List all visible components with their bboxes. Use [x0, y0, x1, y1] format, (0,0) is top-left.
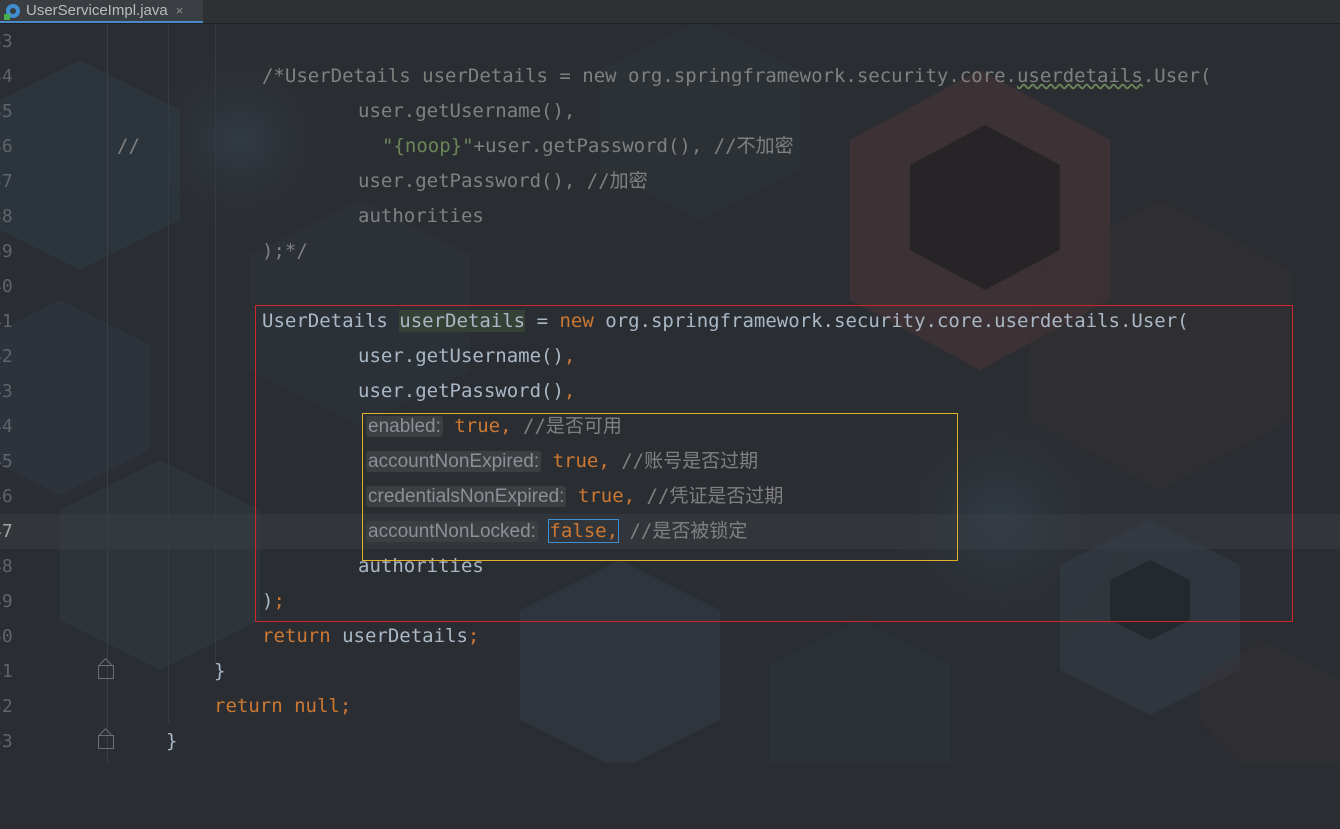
parameter-hint: enabled: [366, 416, 443, 437]
line-number: 44 [0, 416, 13, 437]
line-number: 51 [0, 661, 13, 682]
parameter-hint: credentialsNonExpired: [366, 486, 567, 507]
tab-userserviceimpl[interactable]: UserServiceImpl.java × [0, 0, 203, 23]
code-line: 42 user.getUsername(), [0, 339, 1340, 374]
code-line: 45 accountNonExpired: true, //账号是否过期 [0, 444, 1340, 479]
selected-value[interactable]: false, [548, 519, 620, 543]
code-text[interactable]: accountNonLocked: false, //是否被锁定 [366, 514, 747, 549]
code-line: 35 user.getUsername(), [0, 94, 1340, 129]
line-number: 46 [0, 486, 13, 507]
code-text[interactable]: user.getPassword(), [358, 374, 575, 409]
code-line: 49 ); [0, 584, 1340, 619]
code-line: 48 authorities [0, 549, 1340, 584]
code-text[interactable]: } [214, 654, 225, 689]
parameter-hint: accountNonExpired: [366, 451, 542, 472]
code-text[interactable]: authorities [358, 549, 484, 584]
line-number: 40 [0, 276, 13, 297]
line-number: 35 [0, 101, 13, 122]
line-comment-marker: // [117, 135, 140, 157]
line-number: 36 [0, 136, 13, 157]
line-number: 47 [0, 521, 13, 542]
code-text[interactable]: UserDetails userDetails = new org.spring… [262, 304, 1189, 339]
code-text[interactable]: user.getUsername(), [358, 94, 575, 129]
code-line: 34 /*UserDetails userDetails = new org.s… [0, 59, 1340, 94]
code-text[interactable]: authorities [358, 199, 484, 234]
code-text[interactable]: /*UserDetails userDetails = new org.spri… [262, 59, 1211, 94]
code-text[interactable]: "{noop}"+user.getPassword(), //不加密 [382, 129, 794, 164]
code-line: 39 );*/ [0, 234, 1340, 269]
fold-end-icon[interactable] [98, 735, 114, 749]
line-number: 45 [0, 451, 13, 472]
line-number: 48 [0, 556, 13, 577]
code-text[interactable]: user.getPassword(), //加密 [358, 164, 648, 199]
line-number: 37 [0, 171, 13, 192]
line-number: 52 [0, 696, 13, 717]
code-text[interactable]: } [166, 724, 177, 759]
code-text[interactable]: ); [262, 584, 285, 619]
line-number: 49 [0, 591, 13, 612]
fold-end-icon[interactable] [98, 665, 114, 679]
line-number: 38 [0, 206, 13, 227]
line-number: 50 [0, 626, 13, 647]
editor-tab-bar: UserServiceImpl.java × [0, 0, 1340, 24]
code-text[interactable]: );*/ [262, 234, 308, 269]
code-line: 46 credentialsNonExpired: true, //凭证是否过期 [0, 479, 1340, 514]
code-line: 36 // "{noop}"+user.getPassword(), //不加密 [0, 129, 1340, 164]
code-line: 44 enabled: true, //是否可用 [0, 409, 1340, 444]
current-code-line: 47 accountNonLocked: false, //是否被锁定 [0, 514, 1340, 549]
line-number: 33 [0, 31, 13, 52]
line-number: 41 [0, 311, 13, 332]
java-class-icon [4, 3, 20, 20]
code-line: 40 [0, 269, 1340, 304]
code-line: 53 } [0, 724, 1340, 759]
line-number: 39 [0, 241, 13, 262]
code-line: 33 [0, 24, 1340, 59]
code-text[interactable]: accountNonExpired: true, //账号是否过期 [366, 444, 758, 479]
code-line: 52 return null; [0, 689, 1340, 724]
code-text[interactable]: enabled: true, //是否可用 [366, 409, 622, 444]
line-number: 43 [0, 381, 13, 402]
code-text[interactable]: return userDetails; [262, 619, 479, 654]
code-line: 43 user.getPassword(), [0, 374, 1340, 409]
code-line: 37 user.getPassword(), //加密 [0, 164, 1340, 199]
code-line: 41 UserDetails userDetails = new org.spr… [0, 304, 1340, 339]
close-icon[interactable]: × [176, 3, 184, 18]
code-line: 51 } [0, 654, 1340, 689]
code-line: 38 authorities [0, 199, 1340, 234]
line-number: 53 [0, 731, 13, 752]
code-line: 50 return userDetails; [0, 619, 1340, 654]
parameter-hint: accountNonLocked: [366, 521, 538, 542]
line-number: 42 [0, 346, 13, 367]
code-text[interactable]: credentialsNonExpired: true, //凭证是否过期 [366, 479, 783, 514]
line-number: 34 [0, 66, 13, 87]
tab-title: UserServiceImpl.java [26, 2, 168, 19]
code-text[interactable]: user.getUsername(), [358, 339, 575, 374]
code-text[interactable]: return null; [214, 689, 351, 724]
